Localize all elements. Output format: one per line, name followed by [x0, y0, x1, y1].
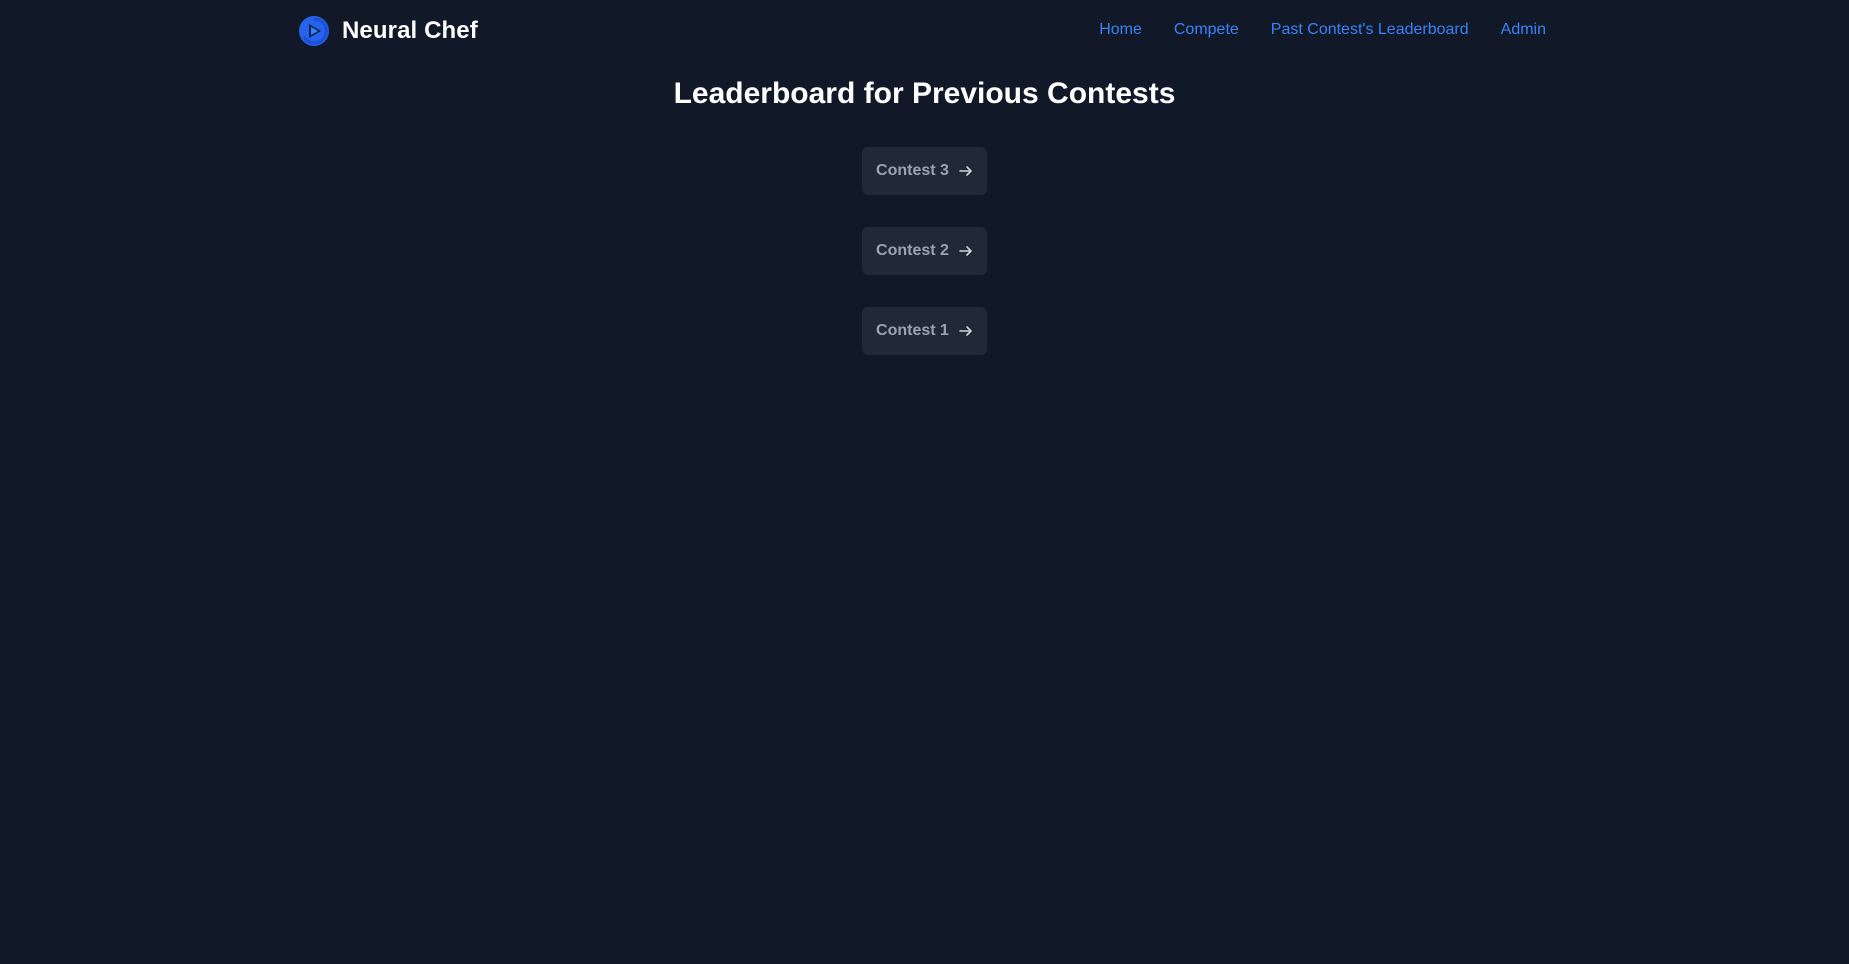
- arrow-right-icon: [959, 246, 972, 256]
- page-title: Leaderboard for Previous Contests: [673, 77, 1176, 110]
- contest-3-button[interactable]: Contest 3: [862, 147, 987, 195]
- nav-link-past-leaderboard[interactable]: Past Contest's Leaderboard: [1271, 21, 1469, 39]
- contest-1-button[interactable]: Contest 1: [862, 307, 987, 355]
- arrow-right-icon: [959, 166, 972, 176]
- nav-link-admin[interactable]: Admin: [1501, 21, 1546, 39]
- nav-link-home[interactable]: Home: [1099, 21, 1142, 39]
- contest-list: Contest 3 Contest 2 Contest 1: [0, 147, 1849, 355]
- brand-name: Neural Chef: [342, 17, 478, 44]
- brand-logo-icon: [299, 16, 329, 46]
- contest-label: Contest 2: [876, 242, 949, 259]
- contest-label: Contest 3: [876, 162, 949, 179]
- navbar: Neural Chef Home Compete Past Contest's …: [0, 0, 1849, 64]
- brand-link[interactable]: Neural Chef: [298, 15, 478, 47]
- contest-2-button[interactable]: Contest 2: [862, 227, 987, 275]
- arrow-right-icon: [959, 326, 972, 336]
- nav-links: Home Compete Past Contest's Leaderboard …: [1099, 21, 1546, 39]
- contest-label: Contest 1: [876, 322, 949, 339]
- nav-link-compete[interactable]: Compete: [1174, 21, 1239, 39]
